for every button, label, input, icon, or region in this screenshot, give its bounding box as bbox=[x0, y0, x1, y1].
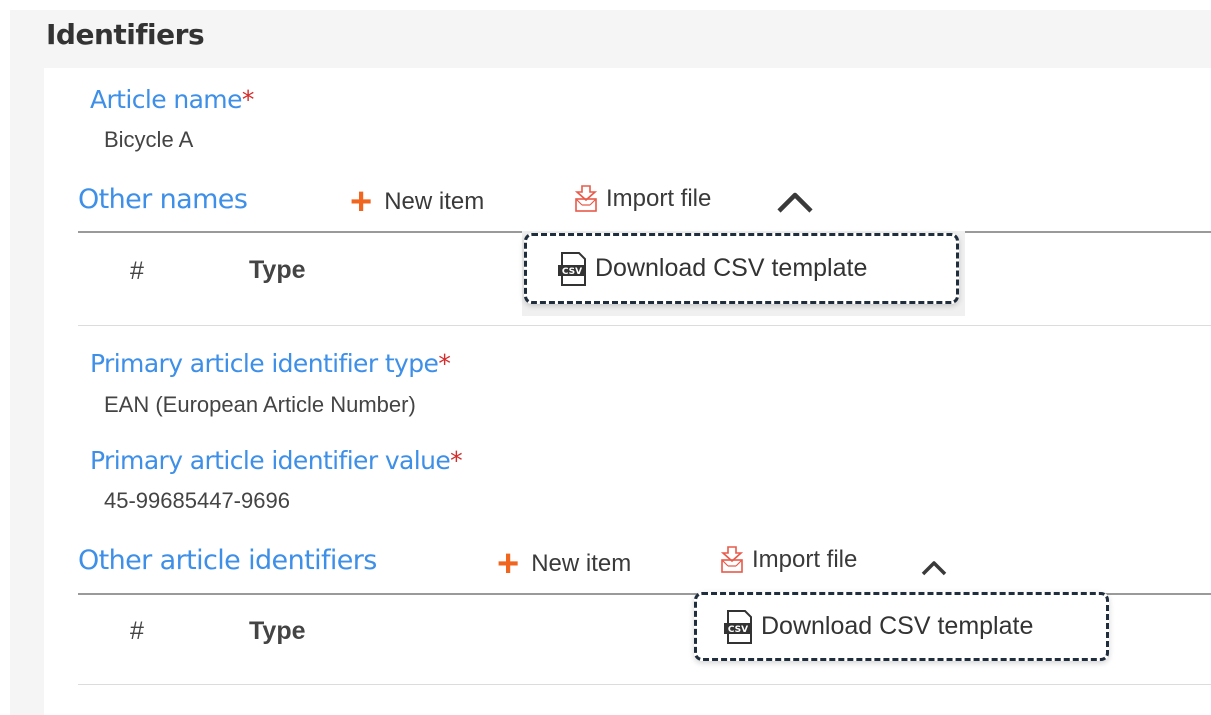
plus-icon: + bbox=[497, 543, 520, 585]
csv-file-icon: CSV bbox=[555, 251, 591, 287]
required-asterisk: * bbox=[241, 85, 255, 114]
csv-file-icon: CSV bbox=[721, 609, 757, 645]
new-item-label: New item bbox=[531, 550, 632, 577]
table-bottom-rule bbox=[78, 325, 1211, 326]
new-item-label: New item bbox=[384, 188, 485, 215]
other-identifiers-title: Other article identifiers bbox=[78, 545, 377, 576]
section-title: Identifiers bbox=[46, 18, 205, 51]
column-header-type: Type bbox=[249, 617, 306, 645]
other-names-download-csv-template[interactable]: CSV Download CSV template bbox=[524, 233, 959, 304]
required-asterisk: * bbox=[438, 349, 451, 378]
column-header-number: # bbox=[130, 617, 144, 645]
article-name-value: Bicycle A bbox=[104, 127, 194, 152]
primary-identifier-value-value: 45-99685447-9696 bbox=[104, 488, 290, 513]
download-csv-label: Download CSV template bbox=[761, 612, 1034, 640]
import-file-label: Import file bbox=[752, 546, 858, 573]
import-file-icon bbox=[574, 185, 598, 213]
chevron-up-icon[interactable] bbox=[918, 557, 950, 579]
other-names-new-item-button[interactable]: + New item bbox=[350, 183, 484, 221]
table-bottom-rule bbox=[78, 684, 1211, 685]
primary-identifier-value-label: Primary article identifier value* bbox=[90, 446, 463, 475]
other-names-title: Other names bbox=[78, 184, 248, 215]
column-header-number: # bbox=[130, 257, 144, 285]
primary-identifier-type-value: EAN (European Article Number) bbox=[104, 392, 416, 417]
chevron-up-icon[interactable] bbox=[773, 188, 817, 216]
other-names-import-file-button[interactable]: Import file bbox=[574, 185, 711, 213]
plus-icon: + bbox=[350, 181, 373, 223]
download-csv-label: Download CSV template bbox=[595, 254, 868, 282]
required-asterisk: * bbox=[450, 446, 463, 475]
column-header-type: Type bbox=[249, 256, 306, 284]
other-identifiers-download-csv-template[interactable]: CSV Download CSV template bbox=[694, 592, 1109, 661]
primary-identifier-type-label: Primary article identifier type* bbox=[90, 349, 451, 378]
import-file-icon bbox=[720, 546, 744, 574]
other-identifiers-import-file-button[interactable]: Import file bbox=[720, 546, 857, 574]
svg-text:CSV: CSV bbox=[728, 625, 748, 635]
import-file-label: Import file bbox=[606, 185, 712, 212]
svg-text:CSV: CSV bbox=[562, 267, 582, 277]
other-identifiers-new-item-button[interactable]: + New item bbox=[497, 545, 631, 583]
article-name-label: Article name* bbox=[90, 85, 254, 114]
